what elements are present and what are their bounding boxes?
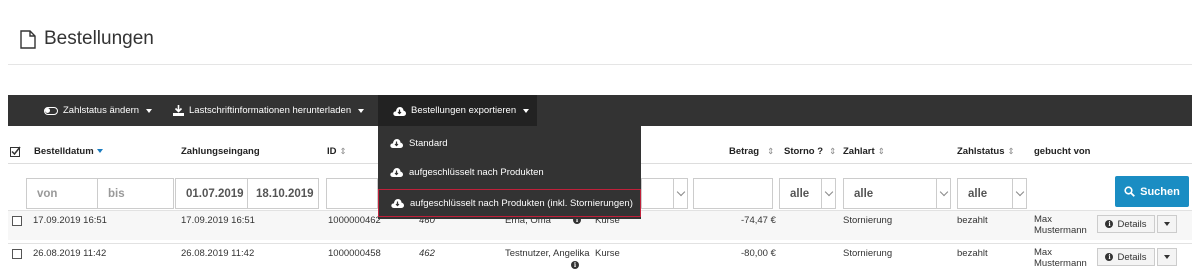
- header-bestelldatum-label: Bestelldatum: [34, 146, 94, 157]
- header-gebucht-von: gebucht von: [1034, 146, 1090, 157]
- header-zahlungseingang[interactable]: Zahlungseingang: [181, 146, 260, 157]
- zahlungseingang-von-field[interactable]: 01.07.2019: [175, 178, 248, 209]
- cloud-download-icon: [390, 139, 403, 148]
- action-toolbar: Zahlstatus ändern Lastschriftinformation…: [8, 95, 1192, 126]
- row-checkbox[interactable]: [12, 216, 22, 226]
- cell-zahlungseingang: 26.08.2019 11:42: [181, 248, 255, 259]
- header-id[interactable]: ID ⇕: [327, 146, 347, 157]
- sort-desc-icon: [96, 149, 103, 154]
- export-nach-produkten-storno-label: aufgeschlüsselt nach Produkten (inkl. St…: [410, 197, 633, 209]
- document-icon: [20, 29, 36, 49]
- export-nach-produkten-item[interactable]: aufgeschlüsselt nach Produkten: [378, 158, 641, 186]
- details-button-label: Details: [1117, 218, 1147, 230]
- cell-betrag: -74,47 €: [741, 215, 776, 226]
- storno-filter-value: alle: [790, 187, 810, 200]
- cell-gebucht-von: Max Mustermann: [1034, 214, 1087, 236]
- cell-zahlungseingang: 17.09.2019 16:51: [181, 215, 255, 226]
- select-all-checkbox[interactable]: [10, 146, 21, 157]
- search-button[interactable]: Suchen: [1115, 176, 1189, 207]
- header-bestelldatum[interactable]: Bestelldatum: [34, 146, 103, 157]
- zahlart-filter-select[interactable]: alle: [843, 178, 951, 209]
- info-icon: i: [1105, 220, 1114, 228]
- cloud-download-icon: [391, 199, 404, 208]
- header-gebucht-von-label: gebucht von: [1034, 146, 1091, 157]
- cell-zahlstatus: bezahlt: [957, 215, 988, 226]
- cell-zahlart: Stornierung: [843, 215, 893, 226]
- cell-name: Testnutzer, Angelika: [505, 248, 590, 259]
- details-button[interactable]: i Details: [1097, 215, 1155, 233]
- header-betrag[interactable]: Betrag ⇕: [729, 146, 774, 157]
- caret-down-icon: [358, 108, 365, 113]
- export-nach-produkten-label: aufgeschlüsselt nach Produkten: [409, 166, 544, 178]
- table-row: 26.08.2019 11:42 26.08.2019 11:42 100000…: [8, 243, 1192, 273]
- chevron-down-icon: [1012, 179, 1026, 208]
- storno-filter-select[interactable]: alle: [779, 178, 836, 209]
- header-zahlstatus-label: Zahlstatus: [957, 146, 1005, 157]
- cell-betrag: -80,00 €: [741, 248, 776, 259]
- zahlstatus-aendern-button[interactable]: Zahlstatus ändern: [44, 95, 153, 126]
- search-button-label: Suchen: [1140, 185, 1180, 198]
- sort-icon: ⇕: [1007, 146, 1015, 156]
- lastschrift-download-button[interactable]: Lastschriftinformationen herunterladen: [173, 95, 365, 126]
- toggle-icon: [44, 106, 58, 115]
- zahlstatus-aendern-label: Zahlstatus ändern: [63, 105, 140, 116]
- export-standard-item[interactable]: Standard: [378, 129, 641, 157]
- header-zahlungseingang-label: Zahlungseingang: [181, 146, 260, 157]
- details-dropdown-button[interactable]: [1157, 248, 1177, 266]
- header-id-label: ID: [327, 146, 337, 157]
- bestelldatum-bis-field[interactable]: bis: [97, 178, 174, 209]
- cell-bestelldatum: 17.09.2019 16:51: [33, 215, 107, 226]
- sort-icon: ⇕: [767, 146, 775, 156]
- header-zahlstatus[interactable]: Zahlstatus ⇕: [957, 146, 1015, 157]
- row-checkbox[interactable]: [12, 249, 22, 259]
- export-dropdown-menu: Standard aufgeschlüsselt nach Produkten …: [378, 126, 641, 219]
- zahlstatus-filter-select[interactable]: alle: [957, 178, 1027, 209]
- zahlungseingang-bis-field[interactable]: 18.10.2019: [247, 178, 319, 209]
- info-icon[interactable]: i: [571, 260, 579, 271]
- header-betrag-label: Betrag: [729, 146, 760, 157]
- details-button-label: Details: [1117, 251, 1147, 263]
- lastschrift-download-label: Lastschriftinformationen herunterladen: [189, 105, 352, 116]
- chevron-down-icon: [673, 179, 687, 208]
- page-title-text: Bestellungen: [44, 28, 154, 49]
- cell-id: 1000000462: [328, 215, 381, 226]
- bestelldatum-von-field[interactable]: von: [26, 178, 98, 209]
- betrag-filter-field[interactable]: [693, 178, 773, 209]
- sort-icon: ⇕: [339, 146, 347, 156]
- cell-zahlstatus: bezahlt: [957, 248, 988, 259]
- sort-icon: ⇕: [877, 146, 885, 156]
- cloud-download-icon: [390, 168, 403, 177]
- title-divider: [8, 64, 1192, 65]
- export-nach-produkten-storno-item[interactable]: aufgeschlüsselt nach Produkten (inkl. St…: [378, 189, 641, 217]
- details-button[interactable]: i Details: [1097, 248, 1155, 266]
- zahlstatus-filter-value: alle: [968, 187, 988, 200]
- cell-gebucht-von: Max Mustermann: [1034, 247, 1087, 269]
- cell-id: 1000000458: [328, 248, 381, 259]
- cell-nr: 462: [419, 248, 435, 259]
- caret-down-icon: [523, 108, 530, 113]
- chevron-down-icon: [821, 179, 835, 208]
- bestellungen-exportieren-button[interactable]: Bestellungen exportieren: [378, 95, 537, 126]
- header-storno-label: Storno ?: [784, 146, 824, 157]
- caret-down-icon: [146, 108, 153, 113]
- zahlart-filter-value: alle: [854, 187, 874, 200]
- header-zahlart-label: Zahlart: [843, 146, 875, 157]
- details-dropdown-button[interactable]: [1157, 215, 1177, 233]
- bestellungen-exportieren-label: Bestellungen exportieren: [411, 105, 517, 116]
- cloud-download-icon: [393, 106, 406, 116]
- export-standard-label: Standard: [409, 137, 448, 149]
- search-icon: [1124, 186, 1136, 197]
- chevron-down-icon: [936, 179, 950, 208]
- header-zahlart[interactable]: Zahlart ⇕: [843, 146, 885, 157]
- header-storno[interactable]: Storno ? ⇕: [784, 146, 836, 157]
- cell-bestelldatum: 26.08.2019 11:42: [33, 248, 107, 259]
- cell-zahlart: Stornierung: [843, 248, 893, 259]
- cell-produkt: Kurse: [595, 248, 620, 259]
- info-icon: i: [1105, 253, 1114, 261]
- produkt-filter-select[interactable]: [641, 178, 688, 209]
- download-icon: [173, 105, 184, 116]
- id-filter-field[interactable]: [326, 178, 378, 209]
- sort-icon: ⇕: [829, 146, 837, 156]
- page-title: Bestellungen: [20, 28, 154, 50]
